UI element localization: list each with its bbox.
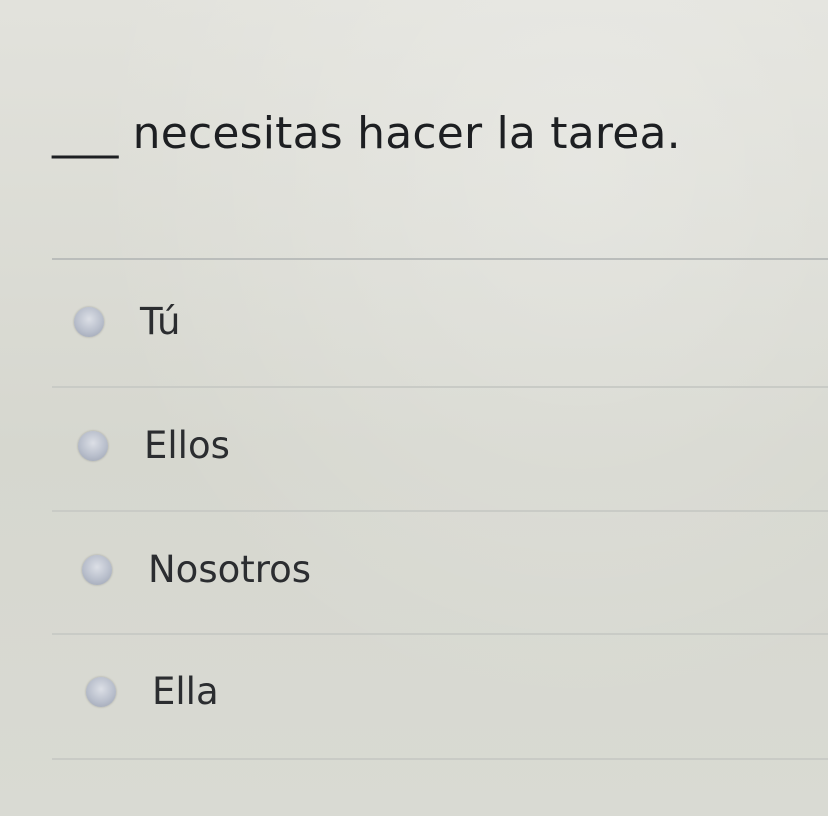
- question-blank: ___: [52, 108, 119, 159]
- radio-button-tu[interactable]: [74, 307, 104, 337]
- answer-label-ellos[interactable]: Ellos: [144, 424, 230, 467]
- quiz-question-panel: ___ necesitas hacer la tarea. Tú Ellos No…: [0, 0, 828, 816]
- answer-option-ella[interactable]: Ella: [0, 662, 828, 722]
- question-prompt: ___ necesitas hacer la tarea.: [52, 108, 681, 159]
- answer-option-ellos[interactable]: Ellos: [0, 416, 828, 476]
- question-divider: [52, 258, 828, 260]
- option-divider: [52, 386, 828, 388]
- option-divider: [52, 758, 828, 760]
- answer-label-tu[interactable]: Tú: [140, 300, 180, 343]
- radio-button-ella[interactable]: [86, 677, 116, 707]
- option-divider: [52, 510, 828, 512]
- option-divider: [52, 633, 828, 635]
- answer-label-ella[interactable]: Ella: [152, 670, 219, 713]
- answer-option-tu[interactable]: Tú: [0, 292, 828, 352]
- answer-label-nosotros[interactable]: Nosotros: [148, 548, 311, 591]
- radio-button-nosotros[interactable]: [82, 555, 112, 585]
- question-text: necesitas hacer la tarea.: [132, 108, 681, 159]
- answer-option-nosotros[interactable]: Nosotros: [0, 540, 828, 600]
- radio-button-ellos[interactable]: [78, 431, 108, 461]
